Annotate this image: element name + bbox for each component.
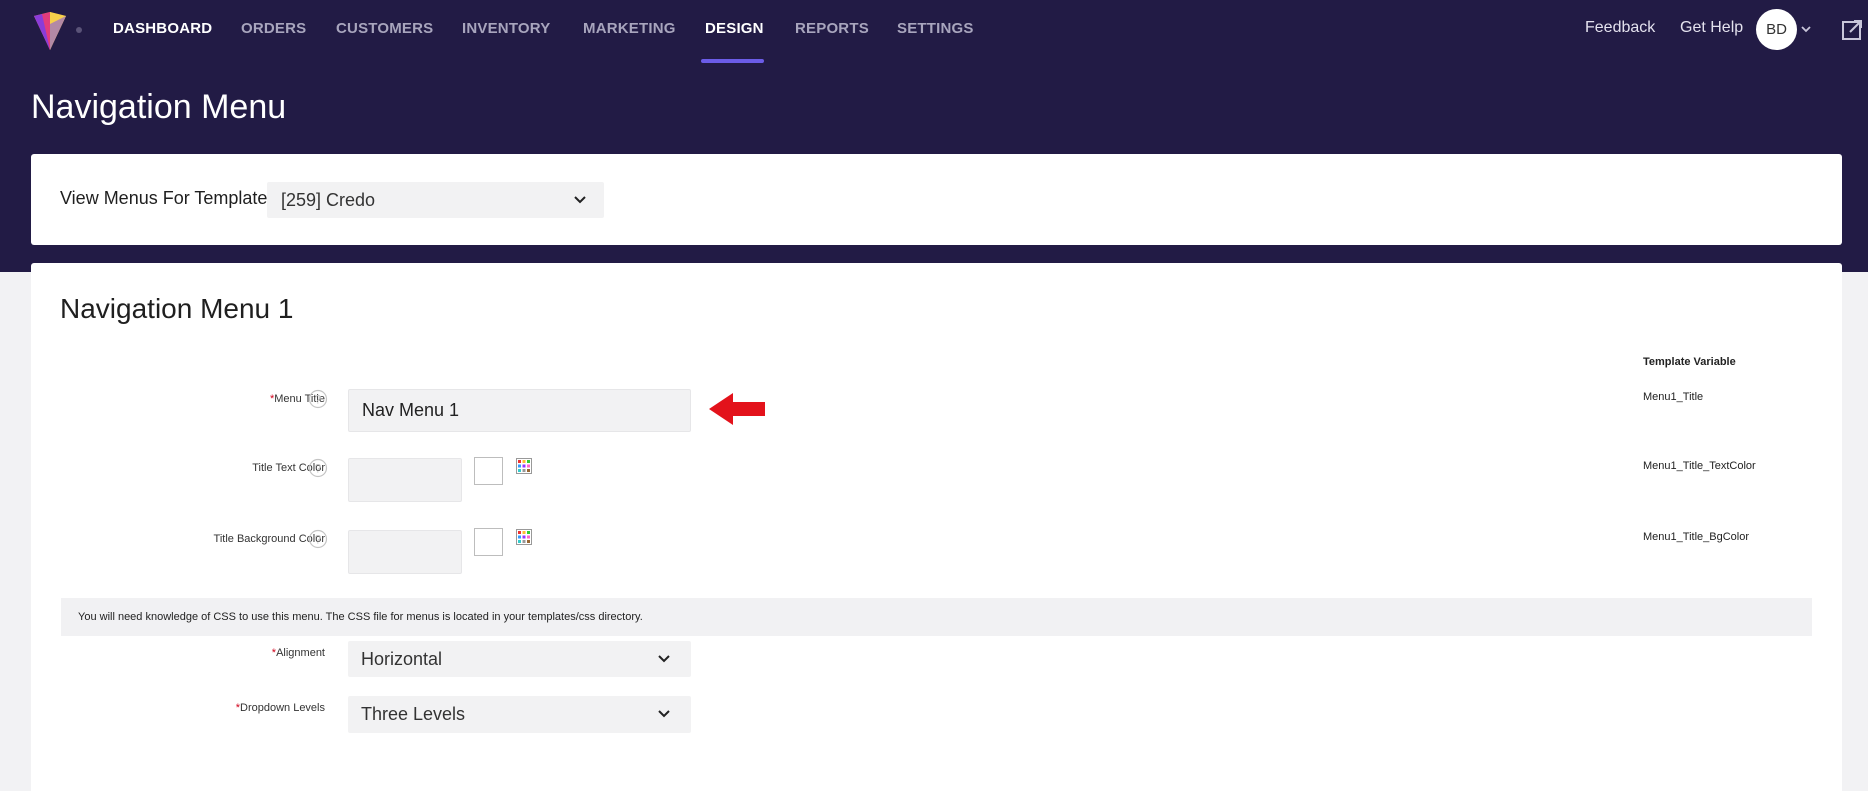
navigation-menu-card: Navigation Menu 1 Template Variable *Men… xyxy=(31,263,1842,791)
template-select-value: [259] Credo xyxy=(281,190,376,210)
user-avatar[interactable]: BD xyxy=(1756,9,1797,50)
title-bg-color-swatch[interactable] xyxy=(474,528,503,556)
chevron-down-icon xyxy=(658,710,670,718)
title-bg-color-variable: Menu1_Title_BgColor xyxy=(1643,531,1749,543)
chevron-down-icon[interactable] xyxy=(1799,22,1813,36)
template-selector-card: View Menus For Template [259] Credo xyxy=(31,154,1842,245)
dropdown-levels-select[interactable]: Three Levels xyxy=(348,696,691,733)
nav-customers[interactable]: CUSTOMERS xyxy=(336,20,433,40)
logo-dot xyxy=(76,27,82,33)
help-icon[interactable]: ? xyxy=(308,458,328,478)
nav-inventory[interactable]: INVENTORY xyxy=(462,20,550,40)
page-title: Navigation Menu xyxy=(31,88,287,126)
color-palette-icon[interactable] xyxy=(516,529,532,545)
nav-settings[interactable]: SETTINGS xyxy=(897,20,974,40)
template-variable-header: Template Variable xyxy=(1643,356,1736,368)
title-text-color-swatch[interactable] xyxy=(474,457,503,485)
brand-logo-icon[interactable] xyxy=(30,10,70,52)
dropdown-levels-label: *Dropdown Levels xyxy=(235,702,325,714)
title-text-color-variable: Menu1_Title_TextColor xyxy=(1643,460,1756,472)
svg-text:?: ? xyxy=(315,393,322,407)
nav-reports[interactable]: REPORTS xyxy=(795,20,869,40)
nav-dashboard[interactable]: DASHBOARD xyxy=(113,20,212,40)
template-selector-label: View Menus For Template xyxy=(60,188,268,208)
css-info-text: You will need knowledge of CSS to use th… xyxy=(78,611,643,623)
color-palette-icon[interactable] xyxy=(516,458,532,474)
menu-title-variable: Menu1_Title xyxy=(1643,391,1704,403)
template-select[interactable]: [259] Credo xyxy=(267,182,604,218)
red-arrow-annotation-icon xyxy=(709,393,765,425)
title-text-color-input[interactable] xyxy=(348,458,462,502)
chevron-down-icon xyxy=(574,196,586,204)
chevron-down-icon xyxy=(658,655,670,663)
menu-title-input[interactable] xyxy=(348,389,691,432)
nav-orders[interactable]: ORDERS xyxy=(241,20,306,40)
css-info-notice: You will need knowledge of CSS to use th… xyxy=(61,598,1812,636)
help-icon[interactable]: ? xyxy=(308,389,328,409)
feedback-link[interactable]: Feedback xyxy=(1585,19,1655,37)
svg-text:?: ? xyxy=(315,533,322,547)
alignment-select[interactable]: Horizontal xyxy=(348,641,691,677)
help-icon[interactable]: ? xyxy=(308,529,328,549)
nav-marketing[interactable]: MARKETING xyxy=(583,20,676,40)
external-link-icon[interactable] xyxy=(1841,19,1863,41)
get-help-link[interactable]: Get Help xyxy=(1680,19,1743,37)
active-tab-indicator xyxy=(701,59,764,63)
section-title: Navigation Menu 1 xyxy=(60,293,294,324)
top-navigation: DASHBOARD ORDERS CUSTOMERS INVENTORY MAR… xyxy=(0,0,1868,63)
alignment-select-value: Horizontal xyxy=(361,649,443,669)
alignment-label: *Alignment xyxy=(271,647,325,659)
dropdown-levels-select-value: Three Levels xyxy=(361,704,466,724)
title-bg-color-input[interactable] xyxy=(348,530,462,574)
svg-text:?: ? xyxy=(315,462,322,476)
nav-design[interactable]: DESIGN xyxy=(705,20,764,40)
